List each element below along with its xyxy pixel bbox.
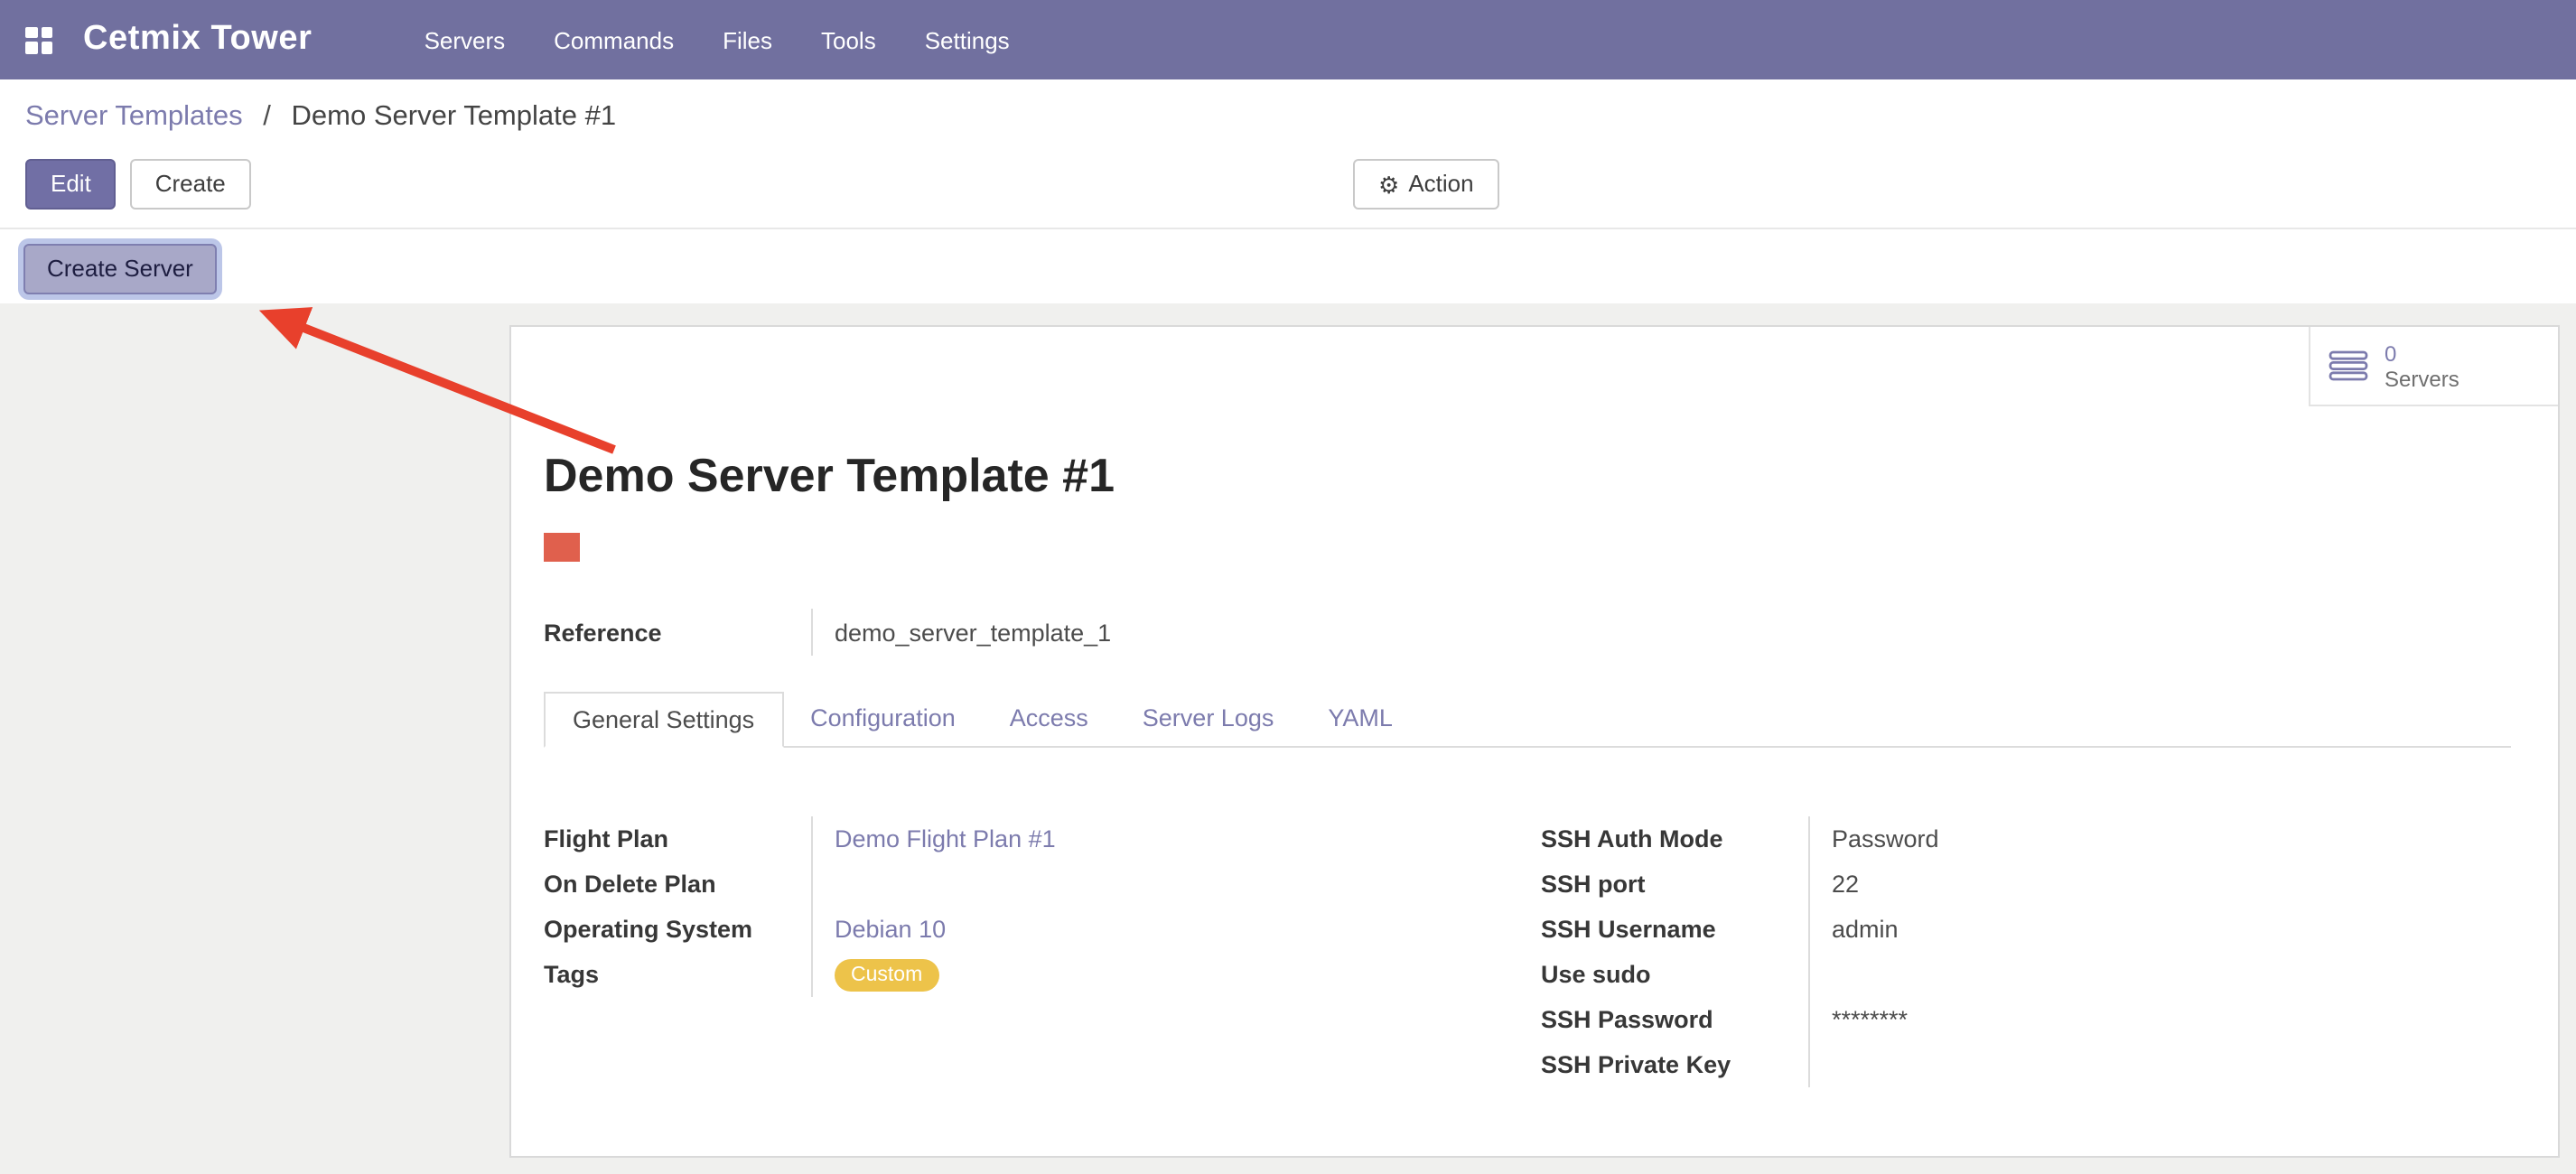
fields-grid: Flight Plan On Delete Plan Operating Sys… [544,816,2511,1087]
field-label-on-delete-plan: On Delete Plan [544,862,811,907]
field-value-reference: demo_server_template_1 [835,609,2511,656]
servers-stat-button[interactable]: 0 Servers [2309,327,2558,406]
apps-grid-icon[interactable] [25,26,52,53]
field-label-tags: Tags [544,952,811,997]
breadcrumb-link-server-templates[interactable]: Server Templates [25,101,243,132]
menu-item-servers[interactable]: Servers [425,26,506,53]
use-sudo-value [1832,952,2511,997]
field-group-left: Flight Plan On Delete Plan Operating Sys… [544,816,1541,997]
field-label-reference: Reference [544,609,811,656]
field-label-use-sudo: Use sudo [1541,952,1808,997]
edit-button[interactable]: Edit [25,159,117,210]
ssh-port-value: 22 [1832,862,2511,907]
servers-stat-text: 0 Servers [2385,340,2459,391]
form-statusbar: Create Server [0,228,2576,303]
control-panel: Server Templates / Demo Server Template … [0,79,2576,305]
record-title: Demo Server Template #1 [544,446,2511,504]
tab-yaml[interactable]: YAML [1301,692,1420,746]
content-area: 0 Servers Demo Server Template #1 Refere… [0,303,2576,1174]
field-label-ssh-port: SSH port [1541,862,1808,907]
brand-title[interactable]: Cetmix Tower [83,20,313,60]
servers-icon [2329,350,2368,381]
field-label-ssh-password: SSH Password [1541,997,1808,1042]
notebook-tabs: General Settings Configuration Access Se… [544,692,2511,748]
apps-grid-dot [41,26,52,38]
ssh-password-value: ******** [1832,997,2511,1042]
top-navbar: Cetmix Tower Servers Commands Files Tool… [0,0,2576,79]
tab-general-settings[interactable]: General Settings [544,692,783,748]
create-server-button[interactable]: Create Server [23,244,217,294]
breadcrumb-current: Demo Server Template #1 [292,101,617,132]
on-delete-plan-value [835,862,1541,907]
create-button[interactable]: Create [130,159,251,210]
actions-row: Edit Create ⚙ Action [0,152,2576,228]
flight-plan-link[interactable]: Demo Flight Plan #1 [835,825,1056,853]
reference-field: Reference demo_server_template_1 [544,609,2511,656]
breadcrumb: Server Templates / Demo Server Template … [0,79,2576,152]
menu-item-files[interactable]: Files [723,26,772,53]
field-label-ssh-username: SSH Username [1541,907,1808,952]
form-sheet: 0 Servers Demo Server Template #1 Refere… [509,325,2560,1158]
field-label-flight-plan: Flight Plan [544,816,811,862]
color-swatch [544,533,580,562]
servers-label: Servers [2385,366,2459,391]
menu-item-settings[interactable]: Settings [925,26,1010,53]
tag-custom: Custom [835,958,938,991]
action-button-label: Action [1408,170,1473,199]
ssh-auth-mode-value: Password [1832,816,2511,862]
field-label-operating-system: Operating System [544,907,811,952]
sheet-body: Demo Server Template #1 Reference demo_s… [511,327,2558,1087]
action-button[interactable]: ⚙ Action [1353,159,1499,210]
tab-server-logs[interactable]: Server Logs [1115,692,1302,746]
field-label-ssh-private-key: SSH Private Key [1541,1042,1808,1087]
field-group-right: SSH Auth Mode SSH port SSH Username Use … [1541,816,2511,1087]
main-menu: Servers Commands Files Tools Settings [425,26,1010,53]
apps-grid-dot [25,42,37,53]
menu-item-tools[interactable]: Tools [821,26,876,53]
app-window: Cetmix Tower Servers Commands Files Tool… [0,0,2576,1174]
ssh-username-value: admin [1832,907,2511,952]
gear-icon: ⚙ [1378,172,1399,196]
menu-item-commands[interactable]: Commands [554,26,674,53]
apps-grid-dot [41,42,52,53]
breadcrumb-separator: / [263,101,271,132]
tab-configuration[interactable]: Configuration [783,692,983,746]
field-label-ssh-auth-mode: SSH Auth Mode [1541,816,1808,862]
apps-grid-dot [25,26,37,38]
operating-system-link[interactable]: Debian 10 [835,916,946,943]
ssh-private-key-value [1832,1042,2511,1087]
servers-count: 0 [2385,340,2459,366]
tab-access[interactable]: Access [983,692,1115,746]
